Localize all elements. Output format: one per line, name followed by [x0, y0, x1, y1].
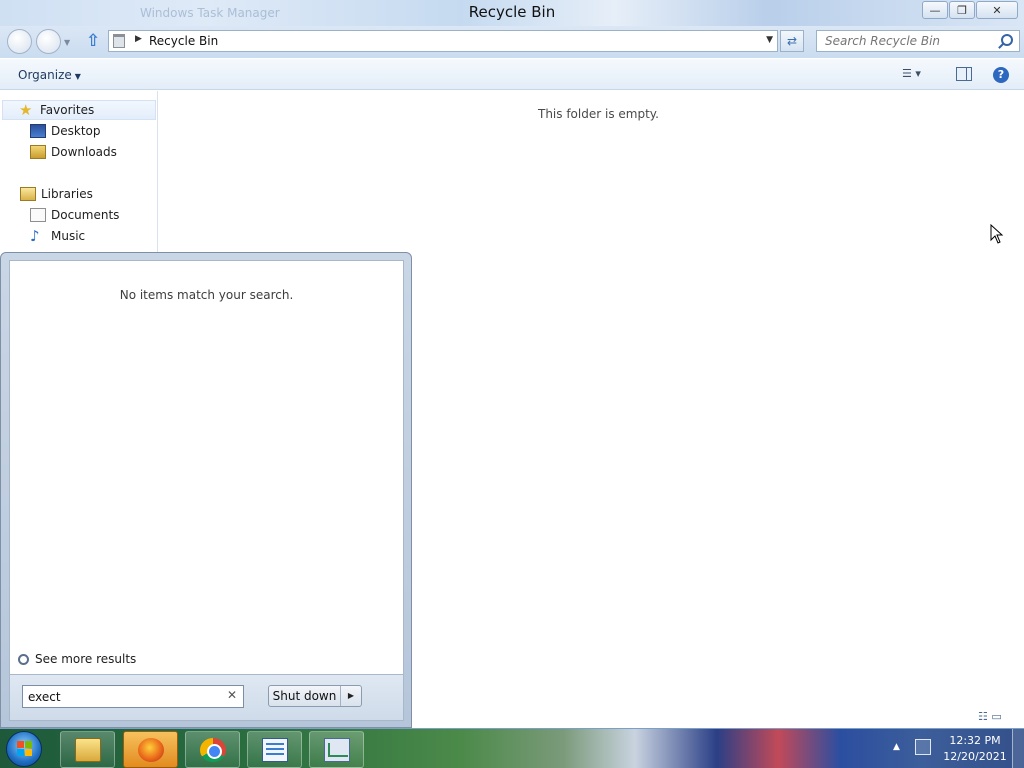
taskbar-notepad-button[interactable] [247, 731, 302, 768]
up-arrow-icon[interactable]: ⇧ [86, 32, 104, 50]
show-desktop-button[interactable] [1012, 729, 1024, 768]
help-icon[interactable]: ? [993, 67, 1009, 83]
shutdown-button[interactable]: Shut down [269, 686, 341, 706]
sidebar-item-documents[interactable]: Documents [30, 205, 119, 225]
window-title: Recycle Bin [468, 3, 556, 21]
clock-time: 12:32 PM [949, 734, 1001, 747]
notepad-icon [262, 738, 288, 762]
taskbar-task-manager-button[interactable] [309, 731, 364, 768]
maximize-button[interactable]: ❐ [949, 1, 975, 19]
forward-button[interactable] [36, 29, 61, 54]
empty-folder-message: This folder is empty. [538, 107, 659, 121]
start-menu-footer: ✕ Shut down ▶ [9, 675, 404, 721]
title-bar[interactable]: Windows Task Manager Recycle Bin — ❐ ✕ [0, 0, 1024, 26]
sidebar-item-label: Desktop [51, 124, 101, 138]
start-menu: No items match your search. See more res… [0, 252, 412, 728]
back-button[interactable] [7, 29, 32, 54]
windows-logo-icon [17, 741, 33, 757]
sidebar-item-label: Libraries [41, 187, 93, 201]
chrome-icon [200, 738, 226, 762]
see-more-results-link[interactable]: See more results [18, 652, 136, 666]
star-icon: ★ [19, 101, 33, 119]
search-icon[interactable] [1001, 34, 1013, 46]
search-icon [18, 653, 29, 665]
sidebar-item-libraries[interactable]: Libraries [20, 184, 93, 204]
shutdown-options-arrow-icon[interactable]: ▶ [341, 686, 361, 706]
shutdown-button-group: Shut down ▶ [268, 685, 362, 707]
desktop-icon [30, 124, 46, 138]
sidebar-item-music[interactable]: ♪ Music [30, 226, 85, 246]
recycle-bin-icon [113, 34, 125, 48]
libraries-icon [20, 187, 36, 201]
start-button[interactable] [6, 731, 42, 767]
start-search-box[interactable]: ✕ [22, 685, 244, 708]
organize-label: Organize [18, 68, 72, 82]
sidebar-item-label: Documents [51, 208, 120, 222]
address-dropdown-icon[interactable]: ▼ [766, 35, 773, 45]
close-button[interactable]: ✕ [976, 1, 1018, 19]
taskbar-explorer-button[interactable] [60, 731, 115, 768]
sidebar-item-desktop[interactable]: Desktop [30, 121, 101, 141]
folder-icon [75, 738, 101, 762]
sidebar-item-label: Downloads [51, 145, 117, 159]
search-results-pane: No items match your search. See more res… [9, 260, 404, 675]
organize-button[interactable]: Organize ▼ [18, 68, 81, 82]
task-manager-icon [324, 738, 350, 762]
show-hidden-icons-icon[interactable]: ▲ [893, 742, 900, 752]
sidebar-item-downloads[interactable]: Downloads [30, 142, 117, 162]
downloads-folder-icon [30, 145, 46, 159]
address-bar[interactable]: ▶ Recycle Bin ▼ [108, 30, 778, 52]
recent-pages-dropdown-icon[interactable]: ▼ [64, 38, 70, 47]
taskbar-chrome-button[interactable] [185, 731, 240, 768]
view-toggle-icons[interactable]: ☷ ▭ [978, 710, 1002, 723]
chevron-down-icon: ▼ [74, 72, 81, 81]
search-input[interactable] [817, 31, 993, 51]
no-results-message: No items match your search. [119, 288, 294, 302]
network-icon[interactable] [915, 739, 931, 755]
sidebar-item-label: Favorites [40, 103, 95, 117]
breadcrumb-arrow-icon[interactable]: ▶ [135, 34, 142, 44]
start-search-input[interactable] [23, 686, 213, 707]
firefox-icon [138, 738, 164, 762]
command-bar: Organize ▼ ☰ ▾ ? [0, 58, 1024, 90]
breadcrumb-recycle-bin[interactable]: Recycle Bin [149, 34, 218, 48]
change-view-button[interactable]: ☰ ▾ [902, 67, 934, 83]
sidebar-item-favorites[interactable]: ★ Favorites [2, 100, 156, 120]
music-note-icon: ♪ [30, 227, 40, 245]
clear-search-icon[interactable]: ✕ [227, 688, 237, 702]
preview-pane-icon[interactable] [956, 67, 972, 81]
search-box[interactable] [816, 30, 1020, 52]
sidebar-item-label: Music [51, 229, 86, 243]
taskbar-firefox-button[interactable] [123, 731, 178, 768]
mouse-cursor-icon [990, 224, 1004, 244]
refresh-button[interactable]: ⇄ [780, 30, 804, 52]
navigation-bar: ▼ ⇧ ▶ Recycle Bin ▼ ⇄ [0, 26, 1024, 58]
taskbar: ▲ 12:32 PM 12/20/2021 [0, 728, 1024, 768]
minimize-button[interactable]: — [922, 1, 948, 19]
clock-date: 12/20/2021 [943, 750, 1007, 763]
documents-icon [30, 208, 46, 222]
see-more-results-label: See more results [35, 652, 137, 666]
system-clock[interactable]: 12:32 PM 12/20/2021 [942, 733, 1008, 765]
